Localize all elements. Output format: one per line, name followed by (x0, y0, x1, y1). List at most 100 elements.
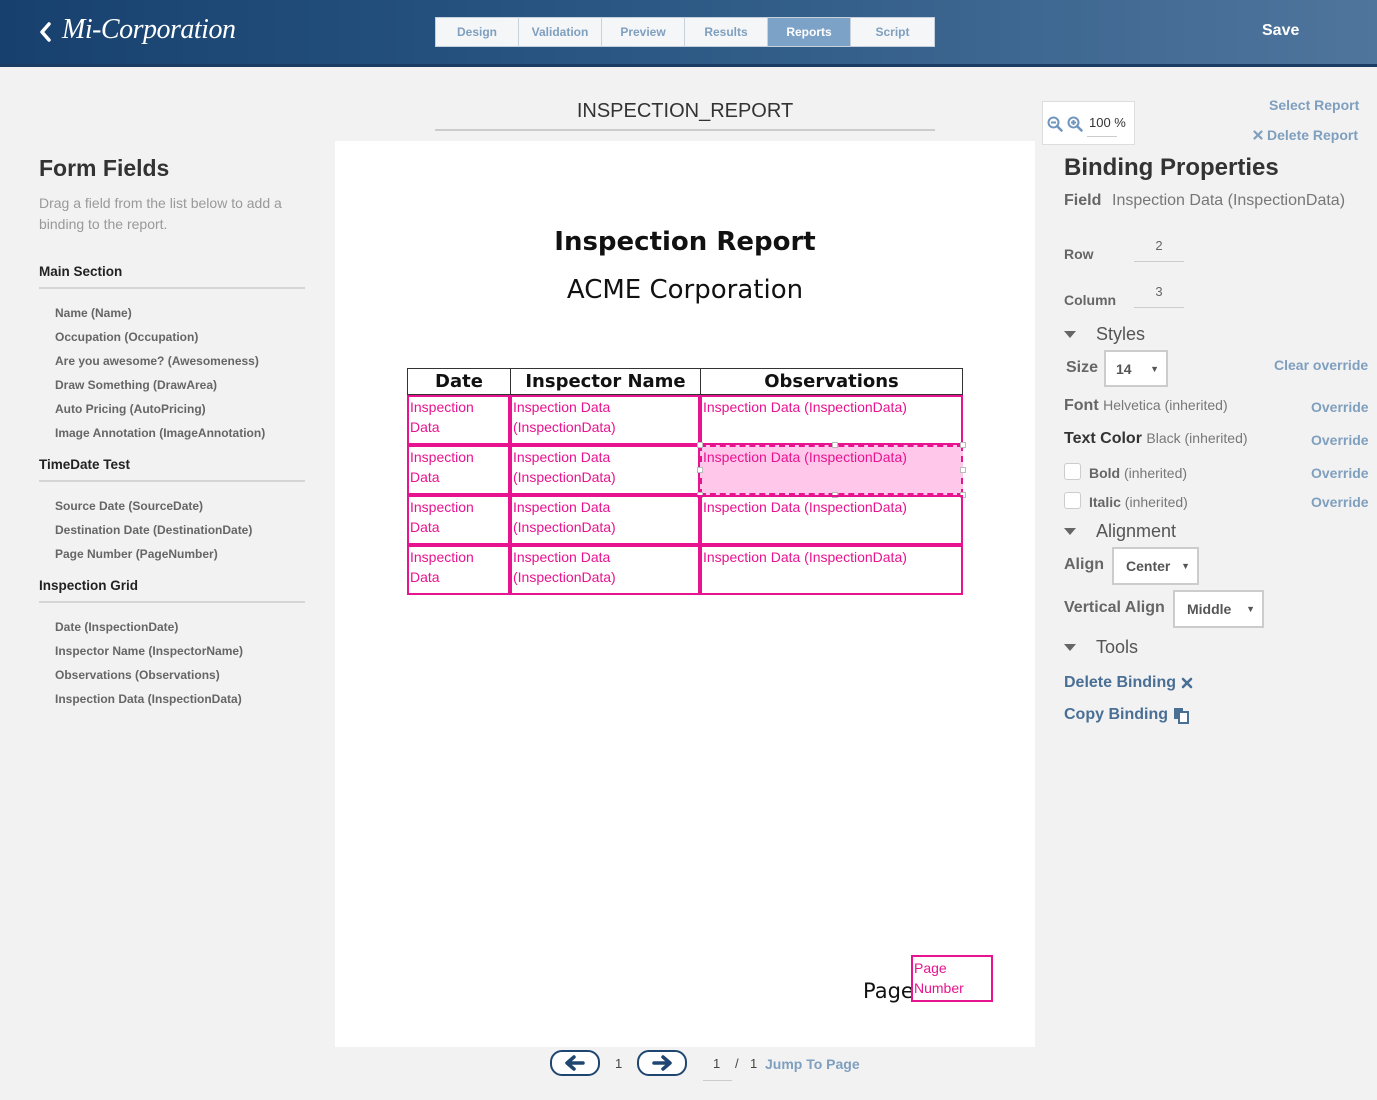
align-select[interactable]: Center ▼ (1112, 547, 1199, 585)
app-logo: Mi-Corporation (62, 14, 236, 45)
bold-checkbox[interactable] (1064, 463, 1081, 480)
valign-select[interactable]: Middle ▼ (1173, 590, 1264, 628)
next-page-button[interactable] (637, 1050, 687, 1076)
delete-binding-link[interactable]: Delete Binding (1064, 674, 1193, 692)
tab-design[interactable]: Design (436, 18, 519, 46)
current-page: 1 (615, 1056, 623, 1071)
grid-header-date: Date (408, 369, 511, 394)
styles-section-toggle[interactable]: Styles (1064, 324, 1145, 345)
styles-title: Styles (1096, 324, 1146, 344)
form-fields-panel: Form Fields Drag a field from the list b… (39, 150, 305, 711)
zoom-underline (1087, 136, 1117, 137)
binding-cell[interactable]: Inspection Data (InspectionData) (510, 545, 700, 595)
resize-handle[interactable] (831, 442, 838, 448)
form-fields-hint: Drag a field from the list below to add … (39, 195, 282, 232)
alignment-section-toggle[interactable]: Alignment (1064, 521, 1176, 542)
field-item[interactable]: Inspector Name (InspectorName) (39, 639, 305, 663)
field-item[interactable]: Source Date (SourceDate) (39, 494, 305, 518)
copy-icon (1173, 707, 1189, 724)
bold-label: Bold (1089, 465, 1121, 481)
bold-override-link[interactable]: Override (1311, 465, 1369, 481)
close-icon (1181, 677, 1193, 689)
column-input[interactable]: 3 (1134, 284, 1184, 308)
dropdown-arrow-icon: ▼ (1246, 604, 1255, 614)
bold-value: (inherited) (1124, 465, 1188, 481)
collapse-triangle-icon (1064, 528, 1076, 535)
field-item[interactable]: Draw Something (DrawArea) (39, 373, 305, 397)
field-item[interactable]: Name (Name) (39, 301, 305, 325)
field-item[interactable]: Inspection Data (InspectionData) (39, 687, 305, 711)
copy-binding-link[interactable]: Copy Binding (1064, 706, 1189, 724)
tab-validation[interactable]: Validation (519, 18, 602, 46)
binding-cell[interactable]: Inspection Data (InspectionData) (510, 495, 700, 545)
field-item[interactable]: Occupation (Occupation) (39, 325, 305, 349)
field-item[interactable]: Page Number (PageNumber) (39, 542, 305, 566)
field-item[interactable]: Are you awesome? (Awesomeness) (39, 349, 305, 373)
selected-binding-wrapper: Inspection Data (InspectionData) (697, 442, 966, 498)
zoom-out-icon[interactable] (1047, 116, 1063, 132)
alignment-title: Alignment (1096, 521, 1177, 541)
collapse-triangle-icon (1064, 644, 1076, 651)
resize-handle[interactable] (697, 442, 703, 448)
chevron-left-icon[interactable] (36, 20, 56, 44)
page-number-binding[interactable]: Page Number (911, 955, 993, 1002)
italic-checkbox[interactable] (1064, 492, 1081, 509)
align-label: Align (1064, 556, 1104, 573)
binding-cell[interactable]: Inspection Data (407, 545, 510, 595)
resize-handle[interactable] (960, 467, 966, 473)
zoom-control: 100 % (1042, 101, 1135, 145)
tab-script[interactable]: Script (851, 18, 934, 46)
italic-override-link[interactable]: Override (1311, 494, 1369, 510)
section-main-title: Main Section (39, 264, 305, 289)
binding-cell[interactable]: Inspection Data (407, 495, 510, 545)
tools-section-toggle[interactable]: Tools (1064, 637, 1138, 658)
binding-cell[interactable]: Inspection Data (InspectionData) (700, 545, 963, 595)
field-item[interactable]: Observations (Observations) (39, 663, 305, 687)
save-button[interactable]: Save (1262, 22, 1299, 40)
resize-handle[interactable] (697, 467, 703, 473)
page-input[interactable]: 1 (713, 1056, 720, 1071)
selected-binding-cell[interactable]: Inspection Data (InspectionData) (700, 445, 963, 495)
align-value: Center (1126, 558, 1171, 574)
jump-to-page-link[interactable]: Jump To Page (765, 1056, 860, 1072)
select-report-link[interactable]: Select Report (1269, 97, 1359, 113)
inspection-grid: Date Inspector Name Observations Inspect… (407, 368, 966, 595)
tab-reports[interactable]: Reports (768, 18, 851, 46)
page-input-underline (703, 1080, 732, 1081)
font-label: Font (1064, 397, 1099, 414)
bold-row: Bold (inherited) (1089, 465, 1187, 481)
binding-cell[interactable]: Inspection Data (InspectionData) (510, 395, 700, 445)
size-label: Size (1066, 359, 1099, 376)
arrow-left-icon (565, 1055, 585, 1071)
dropdown-arrow-icon: ▼ (1181, 561, 1190, 571)
resize-handle[interactable] (960, 442, 966, 448)
binding-cell[interactable]: Inspection Data (InspectionData) (700, 395, 963, 445)
field-item[interactable]: Image Annotation (ImageAnnotation) (39, 421, 305, 445)
binding-cell[interactable]: Inspection Data (407, 395, 510, 445)
prev-page-button[interactable] (550, 1050, 600, 1076)
tab-results[interactable]: Results (685, 18, 768, 46)
binding-cell[interactable]: Inspection Data (InspectionData) (510, 445, 700, 495)
text-color-value: Black (inherited) (1146, 430, 1248, 446)
delete-report-label: Delete Report (1267, 127, 1359, 143)
size-select[interactable]: 14 ▼ (1104, 350, 1168, 387)
binding-properties-title: Binding Properties (1064, 154, 1279, 181)
field-item[interactable]: Destination Date (DestinationDate) (39, 518, 305, 542)
binding-cell[interactable]: Inspection Data (407, 445, 510, 495)
field-item[interactable]: Date (InspectionDate) (39, 615, 305, 639)
grid-row: Inspection Data Inspection Data (Inspect… (407, 395, 963, 445)
field-item[interactable]: Auto Pricing (AutoPricing) (39, 397, 305, 421)
delete-report-link[interactable]: Delete Report (1253, 127, 1358, 143)
zoom-in-icon[interactable] (1067, 116, 1083, 132)
doc-title: Inspection Report (554, 227, 816, 257)
font-override-link[interactable]: Override (1311, 399, 1369, 415)
zoom-value[interactable]: 100 % (1089, 115, 1126, 130)
grid-row: Inspection Data Inspection Data (Inspect… (407, 495, 963, 545)
binding-cell[interactable]: Inspection Data (InspectionData) (700, 495, 963, 545)
report-page[interactable]: Inspection Report ACME Corporation Date … (335, 141, 1035, 1047)
clear-override-link[interactable]: Clear override (1274, 357, 1368, 373)
row-input[interactable]: 2 (1134, 238, 1184, 262)
tools-title: Tools (1096, 637, 1139, 657)
tab-preview[interactable]: Preview (602, 18, 685, 46)
text-color-override-link[interactable]: Override (1311, 432, 1369, 448)
